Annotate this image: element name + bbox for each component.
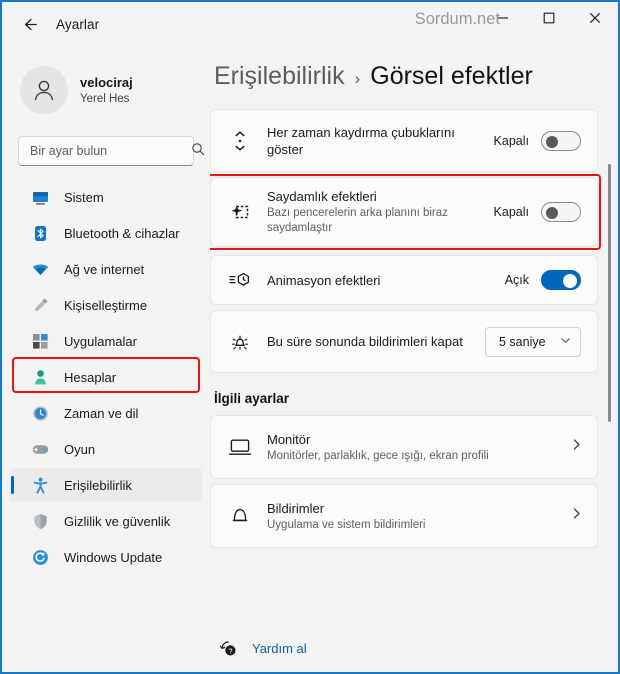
setting-card-animation[interactable]: Animasyon efektleri Açık xyxy=(210,255,598,305)
update-icon xyxy=(30,547,50,567)
sidebar-item-label: Erişilebilirlik xyxy=(64,477,132,493)
sidebar-item-label: Zaman ve dil xyxy=(64,405,139,421)
apps-icon xyxy=(30,331,50,351)
sidebar: velociraj Yerel Hes Sistem xyxy=(2,46,210,672)
breadcrumb-separator: › xyxy=(354,69,361,88)
sidebar-nav: Sistem Bluetooth & cihazlar Ağ ve intern… xyxy=(2,180,210,574)
settings-cards: Her zaman kaydırma çubuklarını göster Ka… xyxy=(210,109,616,548)
search-icon xyxy=(191,142,205,161)
sidebar-item-label: Ağ ve internet xyxy=(64,261,145,277)
setting-card-notification-timeout[interactable]: Bu süre sonunda bildirimleri kapat 5 san… xyxy=(210,310,598,373)
scrollbars-toggle[interactable] xyxy=(541,130,581,151)
breadcrumb: Erişilebilirlik › Görsel efektler xyxy=(210,46,616,91)
setting-title: Animasyon efektleri xyxy=(267,272,381,288)
sidebar-item-bluetooth-cihazlar[interactable]: Bluetooth & cihazlar xyxy=(10,216,202,250)
setting-state-label: Kapalı xyxy=(493,205,529,219)
sidebar-item-label: Windows Update xyxy=(64,549,163,565)
transparency-sparkle-icon xyxy=(225,201,255,223)
sidebar-item-ag-ve-internet[interactable]: Ağ ve internet xyxy=(10,252,202,286)
related-title: Monitör xyxy=(267,431,311,447)
sidebar-item-gizlilik-ve-guvenlik[interactable]: Gizlilik ve güvenlik xyxy=(10,504,202,538)
help-link[interactable]: Yardım al xyxy=(252,641,307,656)
sidebar-item-uygulamalar[interactable]: Uygulamalar xyxy=(10,324,202,358)
bell-icon xyxy=(225,505,255,527)
scrollbar-icon xyxy=(225,128,255,154)
sidebar-item-kisisellestirme[interactable]: Kişiselleştirme xyxy=(10,288,202,322)
profile-name: velociraj xyxy=(80,74,133,90)
scrollbar-thumb[interactable] xyxy=(608,164,611,422)
accessibility-icon xyxy=(30,475,50,495)
shield-icon xyxy=(30,511,50,531)
sidebar-item-sistem[interactable]: Sistem xyxy=(10,180,202,214)
setting-title: Bu süre sonunda bildirimleri kapat xyxy=(267,334,463,349)
sidebar-item-label: Gizlilik ve güvenlik xyxy=(64,513,171,529)
sidebar-item-label: Uygulamalar xyxy=(64,333,137,349)
user-profile[interactable]: velociraj Yerel Hes xyxy=(2,50,210,122)
sidebar-item-label: Bluetooth & cihazlar xyxy=(64,225,180,241)
avatar xyxy=(20,66,68,114)
help-question-icon: ? xyxy=(216,639,240,658)
related-title: Bildirimler xyxy=(267,500,325,516)
minimize-button[interactable] xyxy=(480,2,526,34)
sidebar-item-label: Kişiselleştirme xyxy=(64,297,148,313)
related-card-bildirimler[interactable]: Bildirimler Uygulama ve sistem bildiriml… xyxy=(210,484,598,548)
search-box[interactable] xyxy=(18,136,205,166)
related-subtitle: Monitörler, parlaklık, gece ışığı, ekran… xyxy=(267,449,489,462)
search-input[interactable] xyxy=(30,144,191,158)
chevron-right-icon xyxy=(570,507,583,525)
footer: ? Yardım al xyxy=(210,624,616,672)
related-subtitle: Uygulama ve sistem bildirimleri xyxy=(267,518,426,531)
sidebar-item-label: Hesaplar xyxy=(64,369,117,385)
chevron-down-icon xyxy=(560,335,571,349)
chevron-right-icon xyxy=(570,438,583,456)
notification-timeout-icon xyxy=(225,330,255,354)
close-button[interactable] xyxy=(572,2,618,34)
setting-state-label: Açık xyxy=(504,273,529,287)
svg-text:?: ? xyxy=(228,646,232,655)
animation-toggle[interactable] xyxy=(541,270,581,290)
related-card-monitor[interactable]: Monitör Monitörler, parlaklık, gece ışığ… xyxy=(210,415,598,479)
setting-subtitle: Bazı pencerelerin arka planını biraz say… xyxy=(267,207,448,234)
setting-card-scrollbars[interactable]: Her zaman kaydırma çubuklarını göster Ka… xyxy=(210,109,598,172)
related-settings-heading: İlgili ayarlar xyxy=(214,391,290,406)
animation-icon xyxy=(225,270,255,290)
sidebar-item-oyun[interactable]: Oyun xyxy=(10,432,202,466)
profile-account-type: Yerel Hes xyxy=(80,92,130,105)
notification-timeout-dropdown[interactable]: 5 saniye xyxy=(485,326,581,357)
setting-title: Saydamlık efektleri xyxy=(267,189,377,204)
settings-window: Ayarlar Sordum.net velociraj Yerel Hes B… xyxy=(0,0,620,674)
sidebar-item-erisilebilirlik[interactable]: Erişilebilirlik xyxy=(10,468,202,502)
sidebar-item-windows-update[interactable]: Windows Update xyxy=(10,540,202,574)
dropdown-value: 5 saniye xyxy=(499,334,546,349)
sidebar-item-zaman-ve-dil[interactable]: Zaman ve dil xyxy=(10,396,202,430)
brush-icon xyxy=(30,295,50,315)
setting-card-transparency[interactable]: Saydamlık efektleri Bazı pencerelerin ar… xyxy=(210,174,601,250)
network-icon xyxy=(30,259,50,279)
clock-icon xyxy=(30,403,50,423)
setting-state-label: Kapalı xyxy=(493,133,529,148)
back-button[interactable] xyxy=(14,8,46,40)
bluetooth-icon xyxy=(30,223,50,243)
page-title: Görsel efektler xyxy=(370,62,533,90)
breadcrumb-parent[interactable]: Erişilebilirlik xyxy=(214,62,345,91)
gamepad-icon xyxy=(30,439,50,459)
maximize-button[interactable] xyxy=(526,2,572,34)
main-content: Erişilebilirlik › Görsel efektler Her za… xyxy=(210,46,616,672)
setting-title: Her zaman kaydırma çubuklarını göster xyxy=(267,124,455,157)
sidebar-item-label: Sistem xyxy=(64,189,104,205)
sidebar-item-hesaplar[interactable]: Hesaplar xyxy=(10,360,202,394)
system-icon xyxy=(30,187,50,207)
monitor-icon xyxy=(225,436,255,458)
title-bar: Ayarlar Sordum.net xyxy=(2,2,618,46)
transparency-toggle[interactable] xyxy=(541,202,581,222)
app-title: Ayarlar xyxy=(56,16,100,32)
accounts-icon xyxy=(30,367,50,387)
sidebar-item-label: Oyun xyxy=(64,441,96,457)
